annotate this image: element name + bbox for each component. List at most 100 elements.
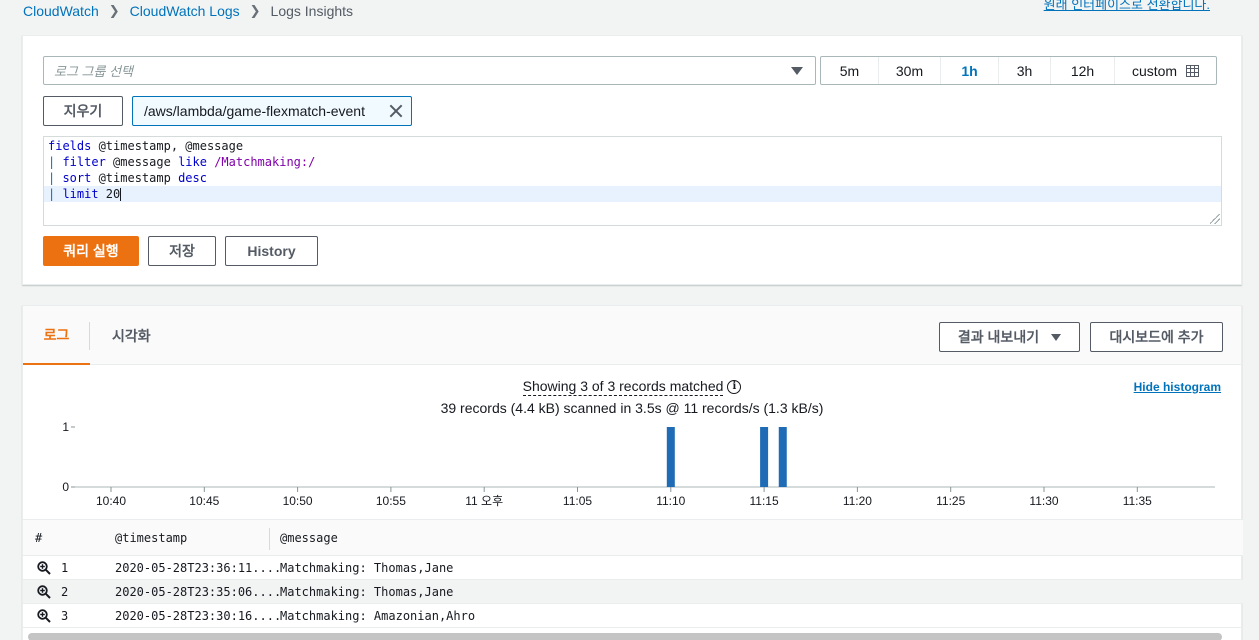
text-cursor [120,188,122,201]
row-timestamp: 2020-05-28T23:30:16.... [115,609,282,623]
export-results-button[interactable]: 결과 내보내기 [939,322,1080,352]
query-editor[interactable]: fields @timestamp, @message | filter @mes… [43,136,1222,226]
save-button[interactable]: 저장 [148,236,216,266]
query-panel: 로그 그룹 선택 5m 30m 1h 3h 12h custom 지우기 /aw… [22,35,1242,285]
x-tick-label: 11 오후 [465,494,503,508]
table-header: # @timestamp @message [23,519,1243,556]
tab-visualization[interactable]: 시각화 [112,306,151,365]
table-row[interactable]: 1 2020-05-28T23:36:11.... Matchmaking: Tho… [23,556,1243,580]
query-token: /Matchmaking:/ [214,155,316,169]
column-header-message[interactable]: @message [280,520,338,556]
selected-log-group-chip: /aws/lambda/game-flexmatch-event [132,96,412,126]
time-range-selector: 5m 30m 1h 3h 12h custom [820,56,1217,85]
x-tick-label: 11:25 [936,494,965,508]
x-tick-label: 11:30 [1029,494,1058,508]
query-token: fields [48,139,92,153]
tab-logs[interactable]: 로그 [23,306,90,365]
histogram-bar [778,427,787,487]
histogram-chart: 0 1 10:40 10:45 10:50 10:55 11 오후 11:05 11:10 11:… [62,420,1215,508]
zoom-in-icon[interactable] [37,585,51,599]
clear-button[interactable]: 지우기 [43,96,123,126]
resize-handle-icon[interactable] [1210,214,1220,224]
column-header-index: # [35,531,43,545]
zoom-in-icon[interactable] [37,561,51,575]
histogram-bar [760,427,769,487]
row-index: 2 [61,585,69,599]
switch-interface-link[interactable]: 원래 인터페이스로 전환합니다. [1044,0,1210,13]
histogram-bar [666,427,675,487]
table-row[interactable]: 3 2020-05-28T23:30:16.... Matchmaking: Ama… [23,604,1243,628]
query-line: | limit 20 [44,186,1221,202]
x-tick-label: 11:35 [1123,494,1152,508]
time-range-3h[interactable]: 3h [999,57,1051,84]
records-matched-summary: Showing 3 of 3 records matched i [23,378,1241,396]
x-tick-label: 11:15 [750,494,779,508]
query-token: @timestamp, @message [91,139,244,153]
horizontal-scrollbar[interactable] [28,633,1222,640]
results-panel: 로그 시각화 결과 내보내기 대시보드에 추가 Showing 3 of 3 r… [22,305,1243,640]
add-to-dashboard-button[interactable]: 대시보드에 추가 [1090,322,1223,352]
close-icon[interactable] [389,104,403,118]
breadcrumb-cloudwatch[interactable]: CloudWatch [23,3,99,19]
query-token: limit [62,187,99,201]
breadcrumb-cloudwatch-logs[interactable]: CloudWatch Logs [130,3,240,19]
row-index: 3 [61,609,69,623]
query-token: | [48,187,63,201]
query-token: desc [178,171,207,185]
row-message: Matchmaking: Thomas,Jane [280,561,454,575]
tab-divider [89,322,90,350]
caret-down-icon [791,67,803,75]
row-message: Matchmaking: Thomas,Jane [280,585,454,599]
selected-log-group-label: /aws/lambda/game-flexmatch-event [144,103,365,119]
row-timestamp: 2020-05-28T23:36:11.... [115,561,282,575]
y-tick-label: 1 [62,420,69,434]
zoom-in-icon[interactable] [37,609,51,623]
query-line: | sort @timestamp desc [44,170,1221,186]
time-range-12h[interactable]: 12h [1051,57,1115,84]
custom-label: custom [1131,62,1178,79]
x-tick-label: 10:50 [283,494,313,508]
query-line: | filter @message like /Matchmaking:/ [44,154,1221,170]
log-group-placeholder: 로그 그룹 선택 [54,64,133,79]
breadcrumb-current: Logs Insights [270,3,354,19]
x-tick-label: 11:20 [843,494,872,508]
query-token: @message [105,155,179,169]
calendar-icon [1186,64,1200,77]
time-range-5m[interactable]: 5m [821,57,879,84]
time-range-custom[interactable]: custom [1115,57,1216,84]
query-token: sort [62,171,92,185]
records-scanned-summary: 39 records (4.4 kB) scanned in 3.5s @ 11… [440,400,824,416]
table-body: 1 2020-05-28T23:36:11.... Matchmaking: Tho… [23,556,1243,628]
time-range-1h[interactable]: 1h [941,57,999,84]
column-header-timestamp[interactable]: @timestamp [115,520,187,556]
query-token: | [48,155,63,169]
query-token: like [178,155,207,169]
query-token: filter [62,155,106,169]
results-tabbar: 로그 시각화 결과 내보내기 대시보드에 추가 [23,306,1241,365]
row-timestamp: 2020-05-28T23:35:06.... [115,585,282,599]
caret-down-icon [1051,333,1062,341]
x-tick-label: 10:55 [376,494,406,508]
log-group-select[interactable]: 로그 그룹 선택 [43,56,816,85]
results-table: # @timestamp @message 1 2020-05-28T23:36:… [23,519,1243,628]
query-token: | [48,171,63,185]
info-icon[interactable]: i [727,380,742,395]
column-divider [269,528,270,550]
time-range-30m[interactable]: 30m [879,57,941,84]
x-tick-label: 11:05 [563,494,592,508]
y-tick-label: 0 [62,480,69,494]
x-tick-label: 10:40 [96,494,126,508]
export-results-label: 결과 내보내기 [957,329,1040,345]
table-row[interactable]: 2 2020-05-28T23:35:06.... Matchmaking: Tho… [23,580,1243,604]
records-matched-text: Showing 3 of 3 records matched [522,378,724,396]
history-button[interactable]: History [225,236,318,266]
query-token: @timestamp [91,171,179,185]
chevron-right-icon: ❯ [108,3,120,18]
row-index: 1 [61,561,69,575]
run-query-button[interactable]: 쿼리 실행 [43,236,139,266]
x-tick-label: 10:45 [189,494,219,508]
x-tick-label: 11:10 [656,494,685,508]
hide-histogram-link[interactable]: Hide histogram [1134,380,1221,394]
chevron-right-icon: ❯ [249,3,261,18]
query-token: 20 [98,187,121,201]
